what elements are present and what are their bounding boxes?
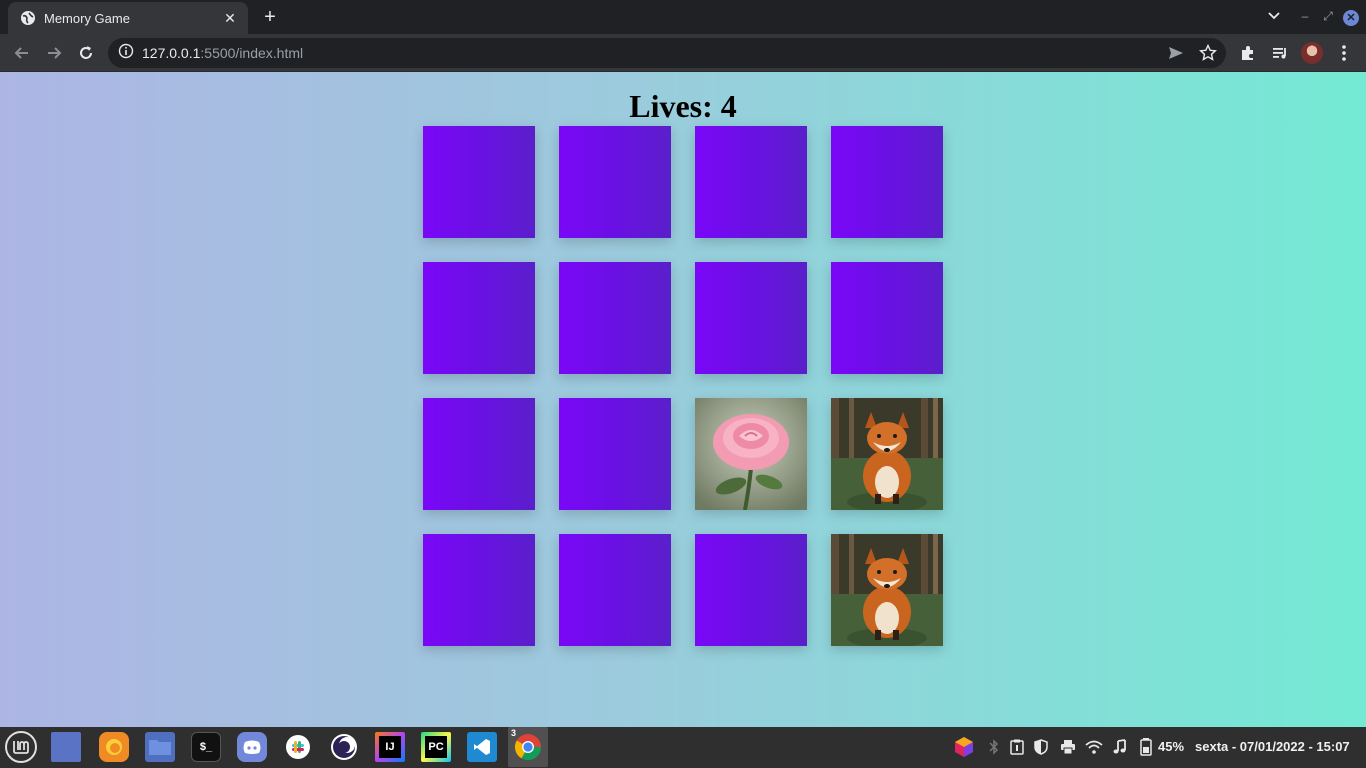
- card-revealed-rose[interactable]: [695, 398, 807, 510]
- new-tab-button[interactable]: +: [258, 6, 282, 28]
- url-text: 127.0.0.1:5500/index.html: [142, 45, 303, 61]
- fox-icon: [831, 398, 943, 510]
- bookmark-star-icon[interactable]: [1196, 41, 1220, 65]
- card-hidden[interactable]: [695, 126, 807, 238]
- back-button[interactable]: [10, 41, 34, 65]
- more-menu-icon[interactable]: [1332, 41, 1356, 65]
- media-queue-icon[interactable]: [1268, 41, 1292, 65]
- forward-arrow-icon: [48, 47, 62, 59]
- vscode-icon[interactable]: [467, 732, 497, 762]
- show-desktop-icon[interactable]: [51, 732, 81, 762]
- firefox-icon[interactable]: [99, 732, 129, 762]
- mint-menu-icon[interactable]: [5, 731, 37, 763]
- music-note-icon[interactable]: [1111, 738, 1129, 756]
- intellij-label: IJ: [379, 736, 401, 758]
- address-bar[interactable]: 127.0.0.1:5500/index.html: [108, 38, 1226, 68]
- tab-close-icon[interactable]: ✕: [222, 10, 238, 27]
- card-hidden[interactable]: [559, 534, 671, 646]
- pycharm-icon[interactable]: PC: [421, 732, 451, 762]
- lives-counter: Lives: 4: [629, 88, 737, 124]
- cube-app-icon[interactable]: [953, 736, 975, 758]
- battery-icon[interactable]: [1137, 738, 1155, 756]
- chrome-window-count: 3: [511, 728, 517, 738]
- globe-icon: [20, 10, 36, 26]
- clipboard-icon[interactable]: [1008, 738, 1026, 756]
- card-revealed-fox[interactable]: [831, 398, 943, 510]
- shield-icon[interactable]: [1032, 738, 1050, 756]
- close-window-button[interactable]: ✕: [1343, 10, 1359, 26]
- eclipse-icon[interactable]: [329, 732, 359, 762]
- card-hidden[interactable]: [831, 262, 943, 374]
- forward-button[interactable]: [42, 41, 66, 65]
- card-hidden[interactable]: [423, 126, 535, 238]
- files-icon[interactable]: [145, 732, 175, 762]
- chrome-icon[interactable]: 3: [508, 727, 548, 767]
- url-path: :5500/index.html: [200, 45, 304, 61]
- browser-toolbar: 127.0.0.1:5500/index.html: [0, 34, 1366, 72]
- tab-memory-game[interactable]: Memory Game ✕: [8, 2, 248, 34]
- send-to-devices-icon[interactable]: [1164, 41, 1188, 65]
- bluetooth-icon[interactable]: [985, 738, 1003, 756]
- card-hidden[interactable]: [423, 534, 535, 646]
- card-hidden[interactable]: [423, 398, 535, 510]
- page-viewport: Lives: 4: [0, 72, 1366, 727]
- printer-icon[interactable]: [1059, 738, 1077, 756]
- card-hidden[interactable]: [831, 126, 943, 238]
- tab-title: Memory Game: [44, 10, 130, 26]
- card-hidden[interactable]: [695, 534, 807, 646]
- terminal-icon[interactable]: $_: [191, 732, 221, 762]
- clock-datetime[interactable]: sexta - 07/01/2022 - 15:07: [1195, 739, 1350, 754]
- tab-search-icon[interactable]: [1264, 6, 1284, 26]
- browser-tab-strip: Memory Game ✕ + – ⤢ ✕: [0, 0, 1366, 34]
- card-revealed-fox[interactable]: [831, 534, 943, 646]
- rose-icon: [695, 398, 807, 510]
- url-host: 127.0.0.1: [142, 45, 201, 61]
- card-hidden[interactable]: [695, 262, 807, 374]
- card-hidden[interactable]: [559, 126, 671, 238]
- minimize-button[interactable]: –: [1298, 6, 1312, 26]
- reload-icon: [80, 46, 92, 59]
- fox-icon: [831, 534, 943, 646]
- extensions-puzzle-icon[interactable]: [1236, 41, 1260, 65]
- wifi-icon[interactable]: [1085, 738, 1103, 756]
- info-icon[interactable]: [118, 43, 134, 64]
- pycharm-label: PC: [425, 736, 447, 758]
- profile-avatar[interactable]: [1301, 42, 1323, 64]
- battery-percent: 45%: [1158, 739, 1185, 754]
- card-hidden[interactable]: [559, 398, 671, 510]
- discord-icon[interactable]: [237, 732, 267, 762]
- intellij-icon[interactable]: IJ: [375, 732, 405, 762]
- card-hidden[interactable]: [559, 262, 671, 374]
- card-hidden[interactable]: [423, 262, 535, 374]
- back-arrow-icon: [14, 47, 28, 59]
- taskbar: $_ IJ PC 3 45% sexta - 07/01/2022 - 15:0…: [0, 727, 1366, 768]
- restore-button[interactable]: ⤢: [1321, 6, 1335, 26]
- reload-button[interactable]: [74, 41, 98, 65]
- slack-icon[interactable]: [283, 732, 313, 762]
